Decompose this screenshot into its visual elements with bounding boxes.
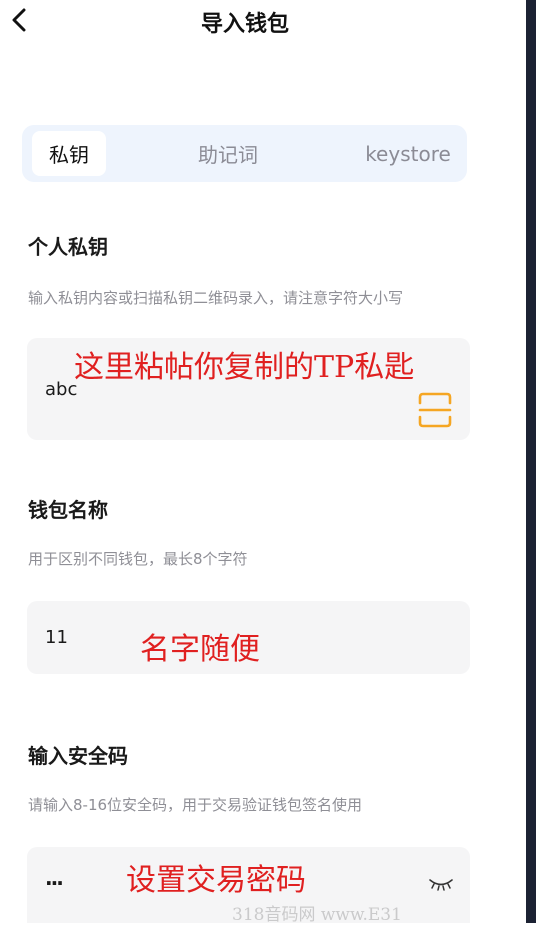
import-method-tabs: 私钥 助记词 keystore: [22, 125, 467, 182]
wallet-name-annotation: 名字随便: [140, 632, 260, 667]
top-bar: 导入钱包: [0, 0, 526, 40]
scan-button[interactable]: [417, 391, 453, 429]
wallet-name-hint: 用于区别不同钱包，最长8个字符: [28, 550, 248, 568]
private-key-annotation: 这里粘帖你复制的TP私匙: [74, 350, 415, 385]
scan-icon: [418, 392, 452, 428]
security-code-hint: 请输入8-16位安全码，用于交易验证钱包签名使用: [28, 796, 363, 814]
wallet-name-title: 钱包名称: [28, 498, 108, 522]
tab-keystore[interactable]: keystore: [352, 131, 464, 176]
security-code-value: ···: [45, 871, 64, 895]
security-code-title: 输入安全码: [28, 744, 128, 768]
page-title: 导入钱包: [200, 12, 289, 37]
private-key-title: 个人私钥: [28, 235, 108, 259]
private-key-value: abc: [45, 379, 78, 400]
wallet-name-value: 11: [45, 627, 68, 648]
eye-closed-icon: [429, 879, 453, 891]
right-edge-strip: [526, 0, 536, 923]
toggle-visibility-button[interactable]: [428, 876, 454, 892]
watermark: 318音码网 www.E31: [232, 905, 402, 925]
security-code-annotation: 设置交易密码: [126, 863, 306, 898]
private-key-hint: 输入私钥内容或扫描私钥二维码录入，请注意字符大小写: [28, 289, 404, 307]
tab-mnemonic[interactable]: 助记词: [172, 131, 284, 176]
tab-private-key[interactable]: 私钥: [32, 131, 106, 176]
